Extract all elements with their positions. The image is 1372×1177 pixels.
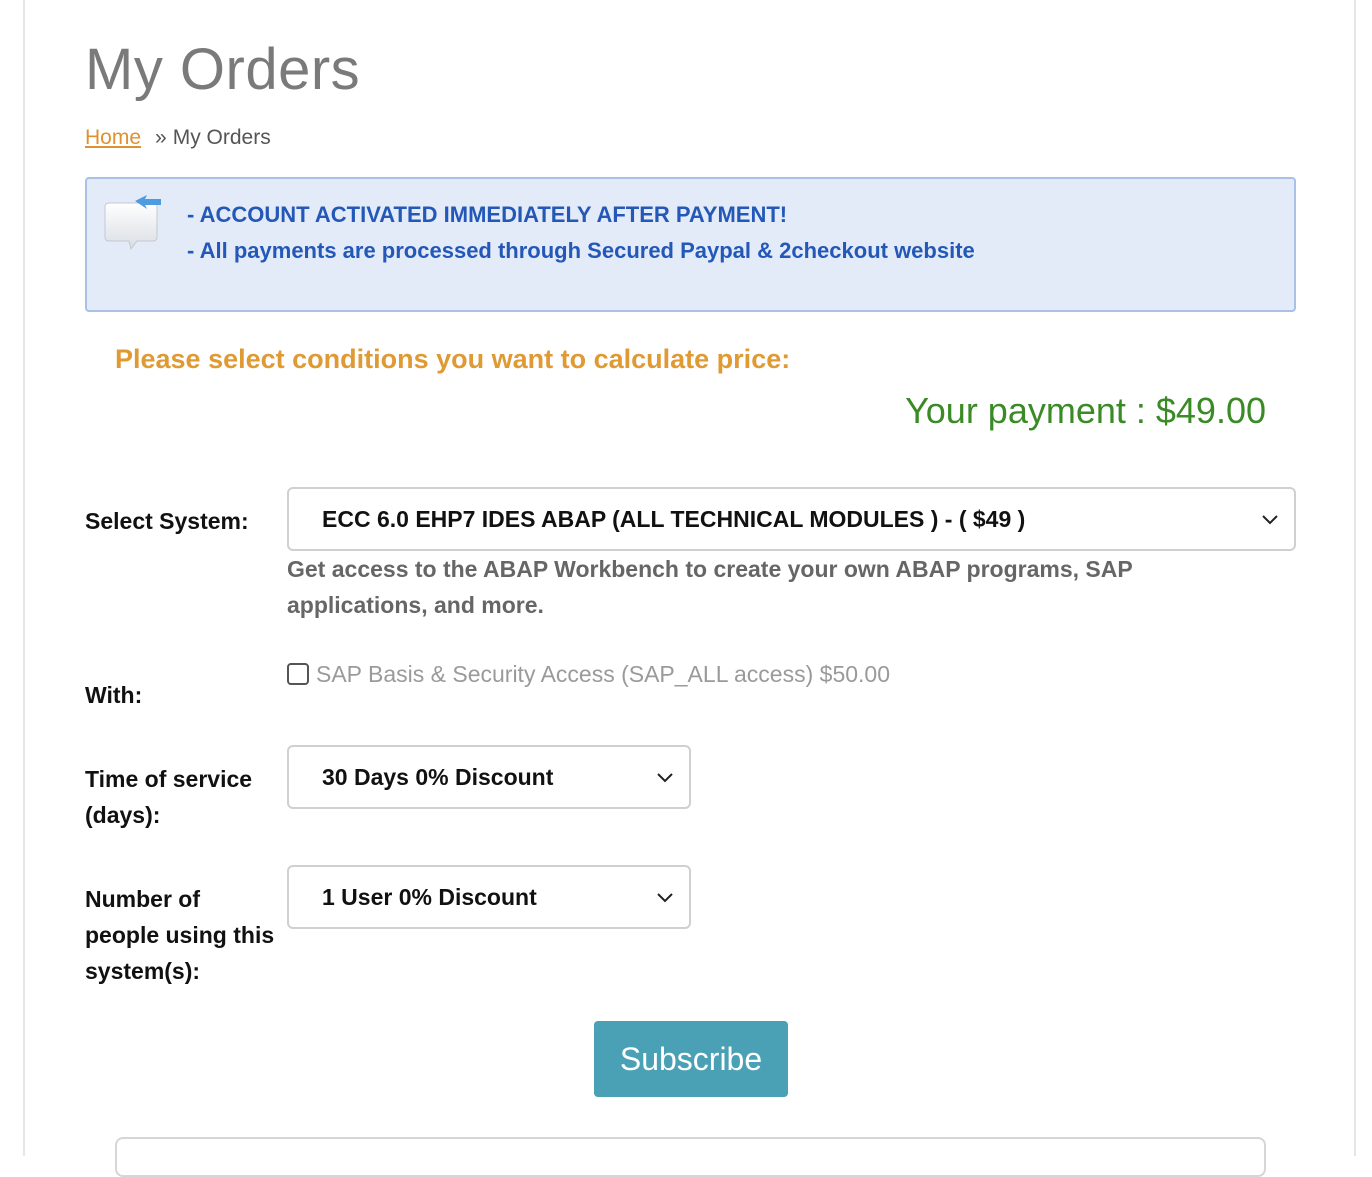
- breadcrumb-separator: »: [155, 126, 167, 149]
- page-title: My Orders: [85, 37, 361, 102]
- users-label-line1: Number of: [85, 886, 200, 912]
- users-label-line2: people using this: [85, 922, 275, 948]
- time-label-line2: (days):: [85, 802, 161, 828]
- addon-option: SAP Basis & Security Access (SAP_ALL acc…: [287, 661, 890, 688]
- chevron-down-icon: [1262, 515, 1278, 525]
- notice-line-activation: - ACCOUNT ACTIVATED IMMEDIATELY AFTER PA…: [187, 202, 788, 227]
- select-system-label: Select System:: [85, 508, 249, 534]
- breadcrumb-home-link[interactable]: Home: [85, 126, 141, 149]
- breadcrumb-current: My Orders: [172, 126, 271, 149]
- system-select[interactable]: ECC 6.0 EHP7 IDES ABAP (ALL TECHNICAL MO…: [287, 487, 1296, 551]
- notice-text: - ACCOUNT ACTIVATED IMMEDIATELY AFTER PA…: [187, 197, 975, 269]
- addon-label: SAP Basis & Security Access (SAP_ALL acc…: [316, 661, 891, 687]
- time-label-line1: Time of service: [85, 766, 253, 792]
- notice-box: - ACCOUNT ACTIVATED IMMEDIATELY AFTER PA…: [85, 177, 1296, 312]
- system-description: Get access to the ABAP Workbench to crea…: [287, 556, 1133, 618]
- bottom-panel: [115, 1137, 1266, 1177]
- chevron-down-icon: [657, 893, 673, 903]
- number-of-users-select[interactable]: 1 User 0% Discount: [287, 865, 691, 929]
- users-select-value: 1 User 0% Discount: [322, 884, 537, 910]
- conditions-heading: Please select conditions you want to cal…: [115, 344, 791, 374]
- notice-line-payments: - All payments are processed through Sec…: [187, 238, 975, 263]
- breadcrumb: Home » My Orders: [85, 126, 271, 150]
- speech-bubble-icon: [104, 195, 161, 251]
- time-of-service-select[interactable]: 30 Days 0% Discount: [287, 745, 691, 809]
- chevron-down-icon: [657, 773, 673, 783]
- time-of-service-label: Time of service (days):: [85, 761, 252, 833]
- payment-total: Your payment : $49.00: [905, 390, 1266, 431]
- basis-security-checkbox[interactable]: [287, 663, 309, 685]
- with-label: With:: [85, 682, 143, 708]
- time-select-value: 30 Days 0% Discount: [322, 764, 554, 790]
- number-of-users-label: Number of people using this system(s):: [85, 881, 274, 989]
- users-label-line3: system(s):: [85, 958, 201, 984]
- system-select-value: ECC 6.0 EHP7 IDES ABAP (ALL TECHNICAL MO…: [322, 506, 1026, 532]
- subscribe-button[interactable]: Subscribe: [594, 1021, 788, 1097]
